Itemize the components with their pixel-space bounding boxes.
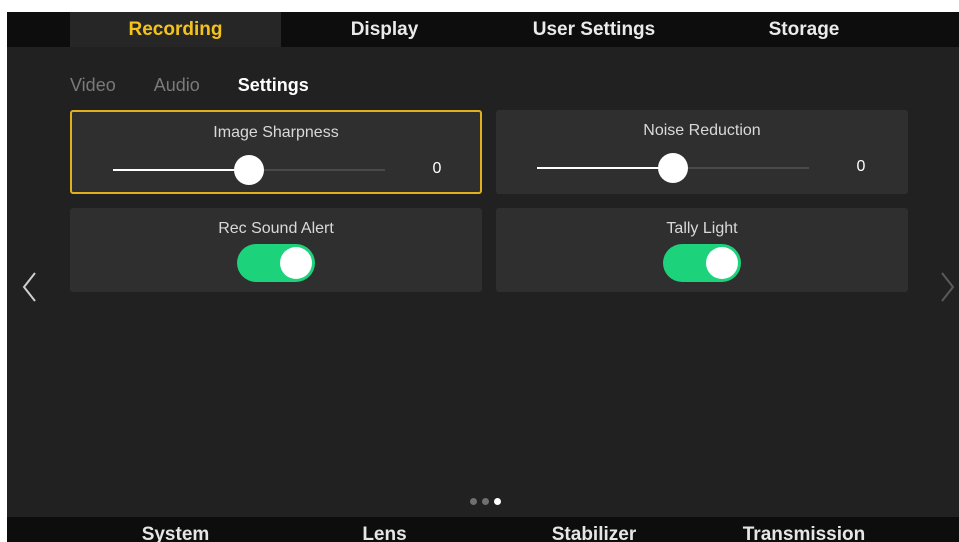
tally-light-label: Tally Light <box>666 220 738 237</box>
noise-reduction-slider[interactable] <box>537 153 809 183</box>
slider-fill <box>537 167 673 169</box>
image-sharpness-value: 0 <box>432 160 442 177</box>
rec-sound-alert-card: Rec Sound Alert <box>70 208 482 292</box>
top-tab-bar: Recording Display User Settings Storage <box>7 12 959 47</box>
slider-fill <box>113 169 249 171</box>
subtab-audio[interactable]: Audio <box>154 75 200 96</box>
toggle-knob <box>280 247 312 279</box>
subtab-settings[interactable]: Settings <box>238 75 309 96</box>
tally-light-toggle[interactable] <box>663 244 741 282</box>
chevron-left-icon[interactable] <box>20 270 40 304</box>
tab-storage[interactable]: Storage <box>700 12 908 47</box>
tab-user-settings[interactable]: User Settings <box>488 12 700 47</box>
noise-reduction-card[interactable]: Noise Reduction 0 <box>496 110 908 194</box>
bottom-tab-spacer <box>7 517 70 542</box>
noise-reduction-label: Noise Reduction <box>643 122 761 139</box>
toggle-knob <box>706 247 738 279</box>
slider-thumb[interactable] <box>234 155 264 185</box>
tab-display[interactable]: Display <box>281 12 488 47</box>
slider-thumb[interactable] <box>658 153 688 183</box>
tab-stabilizer[interactable]: Stabilizer <box>488 517 700 542</box>
page-indicator <box>470 498 501 505</box>
noise-reduction-value: 0 <box>856 158 866 175</box>
image-sharpness-label: Image Sharpness <box>213 124 339 141</box>
image-sharpness-card[interactable]: Image Sharpness 0 <box>70 110 482 194</box>
image-sharpness-slider[interactable] <box>113 155 385 185</box>
settings-screen: Recording Display User Settings Storage … <box>7 12 959 542</box>
tab-system[interactable]: System <box>70 517 281 542</box>
rec-sound-alert-toggle[interactable] <box>237 244 315 282</box>
tab-transmission[interactable]: Transmission <box>700 517 908 542</box>
tab-recording[interactable]: Recording <box>70 12 281 47</box>
page-dot[interactable] <box>470 498 477 505</box>
page-dot[interactable] <box>482 498 489 505</box>
page-dot-current[interactable] <box>494 498 501 505</box>
rec-sound-alert-label: Rec Sound Alert <box>218 220 334 237</box>
top-tab-spacer <box>7 12 70 47</box>
sub-tab-bar: Video Audio Settings <box>70 75 347 96</box>
chevron-right-icon[interactable] <box>937 270 957 304</box>
tab-lens[interactable]: Lens <box>281 517 488 542</box>
tally-light-card: Tally Light <box>496 208 908 292</box>
subtab-video[interactable]: Video <box>70 75 116 96</box>
bottom-tab-bar: System Lens Stabilizer Transmission <box>7 517 959 542</box>
